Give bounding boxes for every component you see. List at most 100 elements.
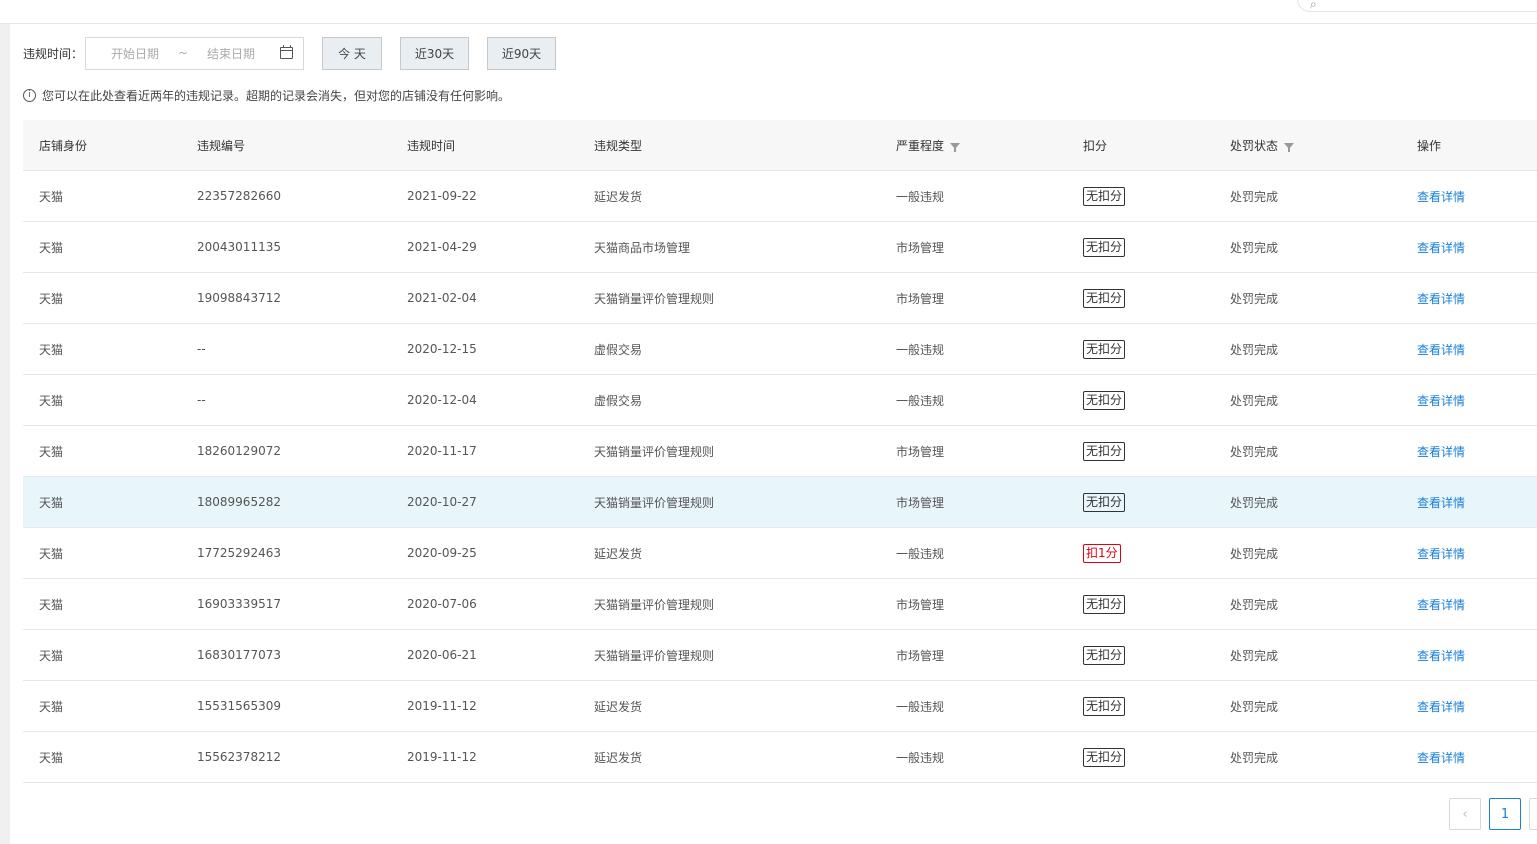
table-row: 天猫 16903339517 2020-07-06 天猫销量评价管理规则 市场管理 无扣分… xyxy=(23,579,1537,630)
today-button[interactable]: 今 天 xyxy=(322,36,382,70)
cell-id: 18260129072 xyxy=(197,444,281,458)
cell-points: 无扣分 xyxy=(1083,273,1126,323)
cell-status: 处罚完成 xyxy=(1230,495,1279,510)
cell-shop: 天猫 xyxy=(39,750,64,765)
cell-action: 查看详情 xyxy=(1417,222,1465,272)
top-search-input[interactable]: ⌕ xyxy=(1297,0,1537,12)
cell-points: 无扣分 xyxy=(1083,681,1126,731)
cell-action: 查看详情 xyxy=(1417,732,1465,782)
left-rail xyxy=(0,24,10,844)
cell-shop: 天猫 xyxy=(39,240,64,255)
cell-action: 查看详情 xyxy=(1417,171,1465,221)
points-tag: 无扣分 xyxy=(1083,237,1126,257)
view-details-link[interactable]: 查看详情 xyxy=(1417,698,1465,715)
header-points: 扣分 xyxy=(1083,138,1108,153)
cell-id: 15531565309 xyxy=(197,699,281,713)
search-icon[interactable]: ⌕ xyxy=(1310,0,1317,12)
cell-severity: 市场管理 xyxy=(896,291,945,306)
header-violation-id: 违规编号 xyxy=(197,138,246,153)
view-details-link[interactable]: 查看详情 xyxy=(1417,341,1465,358)
view-details-link[interactable]: 查看详情 xyxy=(1417,545,1465,562)
points-tag: 无扣分 xyxy=(1083,390,1126,410)
view-details-link[interactable]: 查看详情 xyxy=(1417,443,1465,460)
pagination: ‹ 1 xyxy=(1449,798,1537,830)
header-severity-label: 严重程度 xyxy=(896,138,945,153)
cell-date: 2019-11-12 xyxy=(407,750,477,764)
table-header: 店铺身份 违规编号 违规时间 违规类型 严重程度 扣分 处罚状态 操作 xyxy=(23,120,1537,171)
points-tag: 无扣分 xyxy=(1083,696,1126,716)
view-details-link[interactable]: 查看详情 xyxy=(1417,494,1465,511)
cell-severity: 一般违规 xyxy=(896,699,945,714)
end-date-input[interactable]: 结束日期 xyxy=(196,45,266,62)
view-details-link[interactable]: 查看详情 xyxy=(1417,188,1465,205)
cell-points: 无扣分 xyxy=(1083,222,1126,272)
cell-points: 无扣分 xyxy=(1083,732,1126,782)
cell-type: 天猫销量评价管理规则 xyxy=(594,291,715,306)
cell-shop: 天猫 xyxy=(39,699,64,714)
cell-date: 2020-11-17 xyxy=(407,444,477,458)
status-filter-icon[interactable] xyxy=(1284,143,1295,152)
view-details-link[interactable]: 查看详情 xyxy=(1417,596,1465,613)
points-tag: 无扣分 xyxy=(1083,594,1126,614)
table-row: 天猫 -- 2020-12-15 虚假交易 一般违规 无扣分 处罚完成 查看详情 xyxy=(23,324,1537,375)
next-page-button[interactable] xyxy=(1529,798,1537,830)
cell-status: 处罚完成 xyxy=(1230,699,1279,714)
table-row: 天猫 17725292463 2020-09-25 延迟发货 一般违规 扣1分 处罚完成 查看… xyxy=(23,528,1537,579)
cell-status: 处罚完成 xyxy=(1230,444,1279,459)
cell-status: 处罚完成 xyxy=(1230,546,1279,561)
cell-severity: 市场管理 xyxy=(896,648,945,663)
view-details-link[interactable]: 查看详情 xyxy=(1417,647,1465,664)
cell-action: 查看详情 xyxy=(1417,273,1465,323)
cell-date: 2020-07-06 xyxy=(407,597,477,611)
cell-action: 查看详情 xyxy=(1417,630,1465,680)
cell-type: 天猫商品市场管理 xyxy=(594,240,691,255)
table-row: 天猫 22357282660 2021-09-22 延迟发货 一般违规 无扣分 处罚完成 查看… xyxy=(23,171,1537,222)
cell-date: 2019-11-12 xyxy=(407,699,477,713)
cell-status: 处罚完成 xyxy=(1230,240,1279,255)
start-date-input[interactable]: 开始日期 xyxy=(100,45,170,62)
table-row: 天猫 18260129072 2020-11-17 天猫销量评价管理规则 市场管理 无扣分… xyxy=(23,426,1537,477)
last-90-days-button[interactable]: 近90天 xyxy=(487,36,556,70)
cell-action: 查看详情 xyxy=(1417,579,1465,629)
cell-id: -- xyxy=(197,393,206,407)
cell-severity: 市场管理 xyxy=(896,444,945,459)
cell-severity: 一般违规 xyxy=(896,750,945,765)
calendar-icon[interactable] xyxy=(280,45,293,59)
cell-id: -- xyxy=(197,342,206,356)
cell-points: 无扣分 xyxy=(1083,171,1126,221)
cell-status: 处罚完成 xyxy=(1230,291,1279,306)
cell-id: 16903339517 xyxy=(197,597,281,611)
cell-id: 20043011135 xyxy=(197,240,281,254)
cell-points: 无扣分 xyxy=(1083,477,1126,527)
cell-action: 查看详情 xyxy=(1417,528,1465,578)
cell-severity: 市场管理 xyxy=(896,240,945,255)
points-tag: 无扣分 xyxy=(1083,645,1126,665)
cell-date: 2021-04-29 xyxy=(407,240,477,254)
header-severity: 严重程度 xyxy=(896,120,961,170)
cell-status: 处罚完成 xyxy=(1230,597,1279,612)
table-row: 天猫 -- 2020-12-04 虚假交易 一般违规 无扣分 处罚完成 查看详情 xyxy=(23,375,1537,426)
page-1-button[interactable]: 1 xyxy=(1489,798,1521,830)
cell-date: 2020-12-04 xyxy=(407,393,477,407)
cell-severity: 一般违规 xyxy=(896,546,945,561)
header-status-label: 处罚状态 xyxy=(1230,138,1279,153)
cell-points: 无扣分 xyxy=(1083,426,1126,476)
table-row: 天猫 20043011135 2021-04-29 天猫商品市场管理 市场管理 无扣分 处罚… xyxy=(23,222,1537,273)
cell-severity: 一般违规 xyxy=(896,189,945,204)
points-tag: 无扣分 xyxy=(1083,441,1126,461)
view-details-link[interactable]: 查看详情 xyxy=(1417,290,1465,307)
header-violation-time: 违规时间 xyxy=(407,138,456,153)
cell-severity: 市场管理 xyxy=(896,495,945,510)
severity-filter-icon[interactable] xyxy=(950,143,961,152)
cell-status: 处罚完成 xyxy=(1230,648,1279,663)
cell-severity: 一般违规 xyxy=(896,342,945,357)
view-details-link[interactable]: 查看详情 xyxy=(1417,392,1465,409)
last-30-days-button[interactable]: 近30天 xyxy=(400,36,469,70)
view-details-link[interactable]: 查看详情 xyxy=(1417,749,1465,766)
cell-severity: 市场管理 xyxy=(896,597,945,612)
view-details-link[interactable]: 查看详情 xyxy=(1417,239,1465,256)
cell-id: 18089965282 xyxy=(197,495,281,509)
date-range-picker[interactable]: 开始日期 ~ 结束日期 xyxy=(85,36,304,70)
prev-page-button[interactable]: ‹ xyxy=(1449,798,1481,830)
cell-action: 查看详情 xyxy=(1417,681,1465,731)
